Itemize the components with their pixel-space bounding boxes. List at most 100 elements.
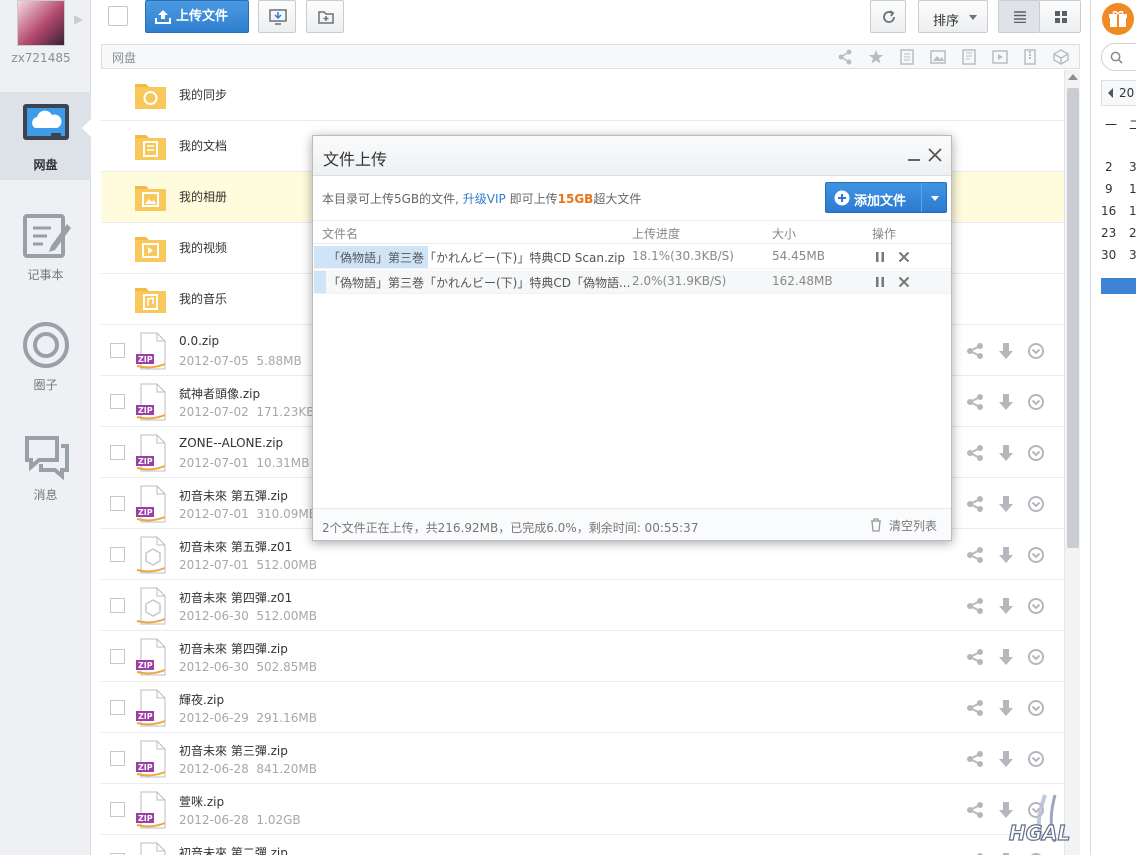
scrollbar[interactable]: [1064, 70, 1080, 855]
calendar-cell[interactable]: 23: [1101, 226, 1116, 240]
nav-item-drive[interactable]: 网盘: [0, 92, 91, 180]
download-icon[interactable]: [996, 596, 1016, 616]
download-icon[interactable]: [996, 341, 1016, 361]
chevron-right-icon[interactable]: ▶: [74, 12, 83, 26]
folder-name[interactable]: 我的视频: [179, 239, 227, 256]
select-all-checkbox[interactable]: [108, 6, 128, 26]
calendar-cell[interactable]: 30: [1101, 248, 1116, 262]
chevron-left-icon[interactable]: [1108, 88, 1113, 98]
share-icon[interactable]: [837, 49, 853, 65]
archive-filter-icon[interactable]: [1022, 49, 1038, 65]
download-icon[interactable]: [996, 647, 1016, 667]
file-row[interactable]: ZIP 萱咪.zip 2012-06-28 1.02GB: [101, 784, 1064, 835]
text-filter-icon[interactable]: [961, 49, 977, 65]
file-name[interactable]: ZONE--ALONE.zip: [179, 436, 283, 450]
cancel-upload-icon[interactable]: [898, 251, 910, 263]
calendar-cell[interactable]: 16: [1101, 204, 1116, 218]
file-name[interactable]: 輝夜.zip: [179, 691, 224, 708]
calendar-cell[interactable]: 一: [1105, 116, 1117, 133]
download-icon[interactable]: [996, 443, 1016, 463]
new-folder-button[interactable]: [306, 0, 344, 33]
file-row[interactable]: ZIP 輝夜.zip 2012-06-29 291.16MB: [101, 682, 1064, 733]
folder-name[interactable]: 我的音乐: [179, 290, 227, 307]
star-icon[interactable]: [868, 49, 884, 65]
share-icon[interactable]: [965, 647, 985, 667]
pause-icon[interactable]: [875, 276, 885, 288]
calendar-cell[interactable]: 1: [1129, 204, 1136, 218]
row-checkbox[interactable]: [110, 649, 125, 664]
share-icon[interactable]: [965, 443, 985, 463]
scroll-thumb[interactable]: [1067, 88, 1079, 548]
share-icon[interactable]: [965, 596, 985, 616]
sort-dropdown[interactable]: 排序: [918, 0, 988, 33]
grid-view-button[interactable]: [1039, 0, 1081, 33]
refresh-button[interactable]: [870, 0, 906, 33]
dialog-header[interactable]: 文件上传: [313, 136, 951, 176]
avatar[interactable]: [17, 0, 65, 46]
video-filter-icon[interactable]: [992, 49, 1008, 65]
download-icon[interactable]: [996, 851, 1016, 855]
row-checkbox[interactable]: [110, 700, 125, 715]
row-checkbox[interactable]: [110, 496, 125, 511]
download-icon[interactable]: [996, 698, 1016, 718]
row-checkbox[interactable]: [110, 445, 125, 460]
share-icon[interactable]: [965, 392, 985, 412]
more-options-icon[interactable]: [1027, 546, 1045, 564]
more-options-icon[interactable]: [1027, 342, 1045, 360]
folder-name[interactable]: 我的文档: [179, 137, 227, 154]
more-options-icon[interactable]: [1027, 699, 1045, 717]
calendar-cell[interactable]: 3: [1129, 248, 1136, 262]
share-icon[interactable]: [965, 494, 985, 514]
calendar-cell[interactable]: 2: [1129, 226, 1136, 240]
clear-list-button[interactable]: 清空列表: [889, 517, 937, 534]
minimize-icon[interactable]: [907, 147, 921, 163]
row-checkbox[interactable]: [110, 751, 125, 766]
file-name[interactable]: 0.0.zip: [179, 334, 219, 348]
more-options-icon[interactable]: [1027, 495, 1045, 513]
file-name[interactable]: 初音未來 第四彈.zip: [179, 640, 288, 657]
folder-name[interactable]: 我的同步: [179, 86, 227, 103]
upload-button[interactable]: 上传文件: [145, 0, 249, 33]
file-name[interactable]: 萱咪.zip: [179, 793, 224, 810]
share-icon[interactable]: [965, 545, 985, 565]
list-view-button[interactable]: [998, 0, 1040, 33]
more-options-icon[interactable]: [1027, 444, 1045, 462]
nav-item-notepad[interactable]: 记事本: [0, 202, 91, 290]
scroll-up-arrow[interactable]: [1068, 74, 1078, 80]
app-filter-icon[interactable]: [1053, 49, 1069, 65]
calendar-cell[interactable]: 2: [1105, 160, 1113, 174]
trash-icon[interactable]: [869, 518, 883, 532]
add-file-button[interactable]: 添加文件: [825, 182, 947, 213]
download-icon[interactable]: [996, 392, 1016, 412]
file-row[interactable]: ZIP 初音未來 第四彈.zip 2012-06-30 502.85MB: [101, 631, 1064, 682]
document-filter-icon[interactable]: [899, 49, 915, 65]
folder-name[interactable]: 我的相册: [179, 188, 227, 205]
file-name[interactable]: 初音未來 第二彈.zip: [179, 844, 288, 855]
row-checkbox[interactable]: [110, 343, 125, 358]
more-options-icon[interactable]: [1027, 648, 1045, 666]
calendar-cell[interactable]: 1: [1129, 182, 1136, 196]
share-icon[interactable]: [965, 698, 985, 718]
close-icon[interactable]: [927, 147, 943, 163]
more-options-icon[interactable]: [1027, 393, 1045, 411]
nav-item-circle[interactable]: 圈子: [0, 312, 91, 400]
calendar-cell[interactable]: 9: [1105, 182, 1113, 196]
share-icon[interactable]: [965, 800, 985, 820]
share-icon[interactable]: [965, 851, 985, 855]
breadcrumb[interactable]: 网盘: [112, 49, 136, 66]
file-row[interactable]: ZIP 初音未來 第二彈.zip: [101, 835, 1064, 855]
file-row[interactable]: ZIP 初音未來 第三彈.zip 2012-06-28 841.20MB: [101, 733, 1064, 784]
upgrade-vip-link[interactable]: 升级VIP: [463, 192, 506, 206]
row-checkbox[interactable]: [110, 598, 125, 613]
file-name[interactable]: 初音未來 第五彈.z01: [179, 538, 292, 555]
chevron-down-icon[interactable]: [931, 196, 939, 201]
nav-item-messages[interactable]: 消息: [0, 422, 91, 510]
file-name[interactable]: 初音未來 第四彈.z01: [179, 589, 292, 606]
upload-folder-button[interactable]: [258, 0, 296, 33]
cancel-upload-icon[interactable]: [898, 276, 910, 288]
calendar-cell[interactable]: 二: [1129, 116, 1136, 133]
row-checkbox[interactable]: [110, 802, 125, 817]
file-name[interactable]: 弑神者頭像.zip: [179, 385, 260, 402]
more-options-icon[interactable]: [1027, 597, 1045, 615]
download-icon[interactable]: [996, 494, 1016, 514]
